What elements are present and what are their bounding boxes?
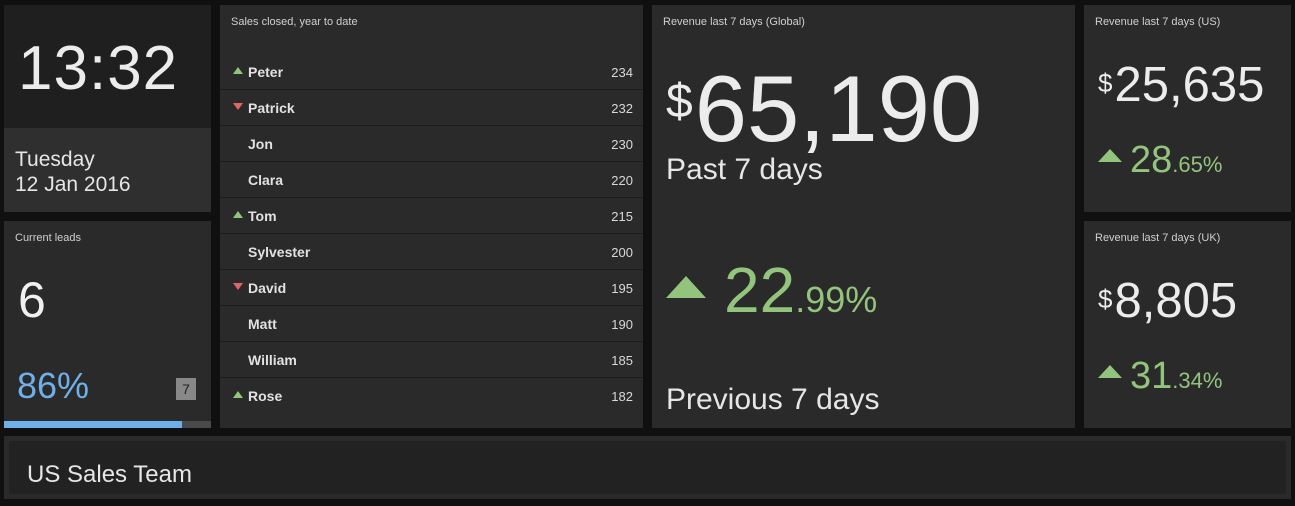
tile-title: Revenue last 7 days (US) — [1095, 16, 1221, 28]
sales-name: Matt — [248, 316, 277, 332]
revenue-number: 8,805 — [1114, 274, 1238, 328]
tile-title: Revenue last 7 days (Global) — [663, 16, 805, 28]
trend-down-icon — [233, 283, 243, 290]
uk-change: 31.34% — [1098, 355, 1222, 398]
tile-title: Sales closed, year to date — [231, 16, 358, 28]
trend-up-icon — [666, 275, 706, 298]
list-item: Sylvester 200 — [220, 234, 643, 270]
revenue-number: 25,635 — [1114, 58, 1265, 112]
footer-panel: US Sales Team — [9, 441, 1286, 494]
uk-revenue-value: $8,805 — [1098, 273, 1237, 329]
sales-value: 200 — [611, 245, 633, 260]
sales-value: 195 — [611, 281, 633, 296]
change-integer: 28 — [1130, 139, 1173, 181]
list-item: Clara 220 — [220, 162, 643, 198]
trend-up-icon — [233, 211, 243, 218]
trend-up-icon — [1098, 365, 1122, 379]
date-day: Tuesday — [15, 148, 95, 171]
change-decimal: .34% — [1172, 368, 1223, 393]
global-change: 22.99% — [666, 253, 877, 327]
list-item: William 185 — [220, 342, 643, 378]
sales-name: Jon — [248, 136, 273, 152]
current-leads-tile[interactable]: Current leads 6 86% 7 — [4, 221, 211, 428]
clock-tile: 13:32 — [4, 5, 211, 128]
leads-value: 6 — [18, 272, 46, 328]
us-change: 28.65% — [1098, 139, 1222, 182]
sales-name: Clara — [248, 172, 284, 188]
sales-name: Peter — [248, 64, 284, 80]
sales-value: 215 — [611, 209, 633, 224]
sales-value: 185 — [611, 353, 633, 368]
change-decimal: .65% — [1172, 152, 1223, 177]
past-period-label: Past 7 days — [666, 153, 823, 186]
list-item: Tom 215 — [220, 198, 643, 234]
leads-percent: 86% — [17, 365, 90, 406]
change-integer: 22 — [724, 254, 796, 326]
change-integer: 31 — [1130, 355, 1173, 397]
currency-symbol: $ — [1098, 67, 1113, 98]
dashboard-title: US Sales Team — [27, 461, 192, 488]
list-item: Rose 182 — [220, 378, 643, 414]
trend-down-icon — [233, 103, 243, 110]
dashboard-footer: US Sales Team — [4, 436, 1291, 499]
trend-up-icon — [233, 391, 243, 398]
sales-name: Tom — [248, 208, 277, 224]
us-revenue-value: $25,635 — [1098, 57, 1264, 113]
trend-up-icon — [233, 67, 243, 74]
list-item: Peter 234 — [220, 54, 643, 90]
list-item: Matt 190 — [220, 306, 643, 342]
leads-target-badge: 7 — [176, 378, 196, 400]
sales-name: David — [248, 280, 287, 296]
tile-title: Current leads — [15, 232, 82, 244]
list-item: Patrick 232 — [220, 90, 643, 126]
leads-progress-bar — [4, 421, 211, 428]
sales-leaderboard-tile[interactable]: Sales closed, year to date Peter 234 Pat… — [220, 5, 643, 428]
sales-value: 234 — [611, 65, 633, 80]
change-decimal: .99% — [795, 279, 878, 320]
sales-value: 190 — [611, 317, 633, 332]
trend-up-icon — [1098, 149, 1122, 163]
sales-list: Peter 234 Patrick 232 Jon 230 Clara 220 … — [220, 54, 643, 414]
sales-name: William — [248, 352, 297, 368]
sales-value: 182 — [611, 389, 633, 404]
uk-revenue-tile[interactable]: Revenue last 7 days (UK) $8,805 31.34% — [1084, 221, 1291, 428]
tile-title: Revenue last 7 days (UK) — [1095, 232, 1221, 244]
sales-value: 232 — [611, 101, 633, 116]
sales-name: Sylvester — [248, 244, 311, 260]
leads-progress-fill — [4, 421, 183, 428]
sales-name: Patrick — [248, 100, 295, 116]
list-item: Jon 230 — [220, 126, 643, 162]
currency-symbol: $ — [666, 75, 693, 128]
previous-period-label: Previous 7 days — [666, 383, 880, 416]
revenue-number: 65,190 — [694, 56, 983, 161]
currency-symbol: $ — [1098, 283, 1113, 314]
us-revenue-tile[interactable]: Revenue last 7 days (US) $25,635 28.65% — [1084, 5, 1291, 212]
clock-time: 13:32 — [18, 34, 179, 103]
global-revenue-tile[interactable]: Revenue last 7 days (Global) $65,190 Pas… — [652, 5, 1075, 428]
sales-value: 220 — [611, 173, 633, 188]
global-revenue-value: $65,190 — [666, 55, 982, 163]
list-item: David 195 — [220, 270, 643, 306]
sales-value: 230 — [611, 137, 633, 152]
sales-name: Rose — [248, 388, 283, 404]
date-tile: Tuesday 12 Jan 2016 — [4, 128, 211, 212]
date-date: 12 Jan 2016 — [15, 173, 131, 196]
